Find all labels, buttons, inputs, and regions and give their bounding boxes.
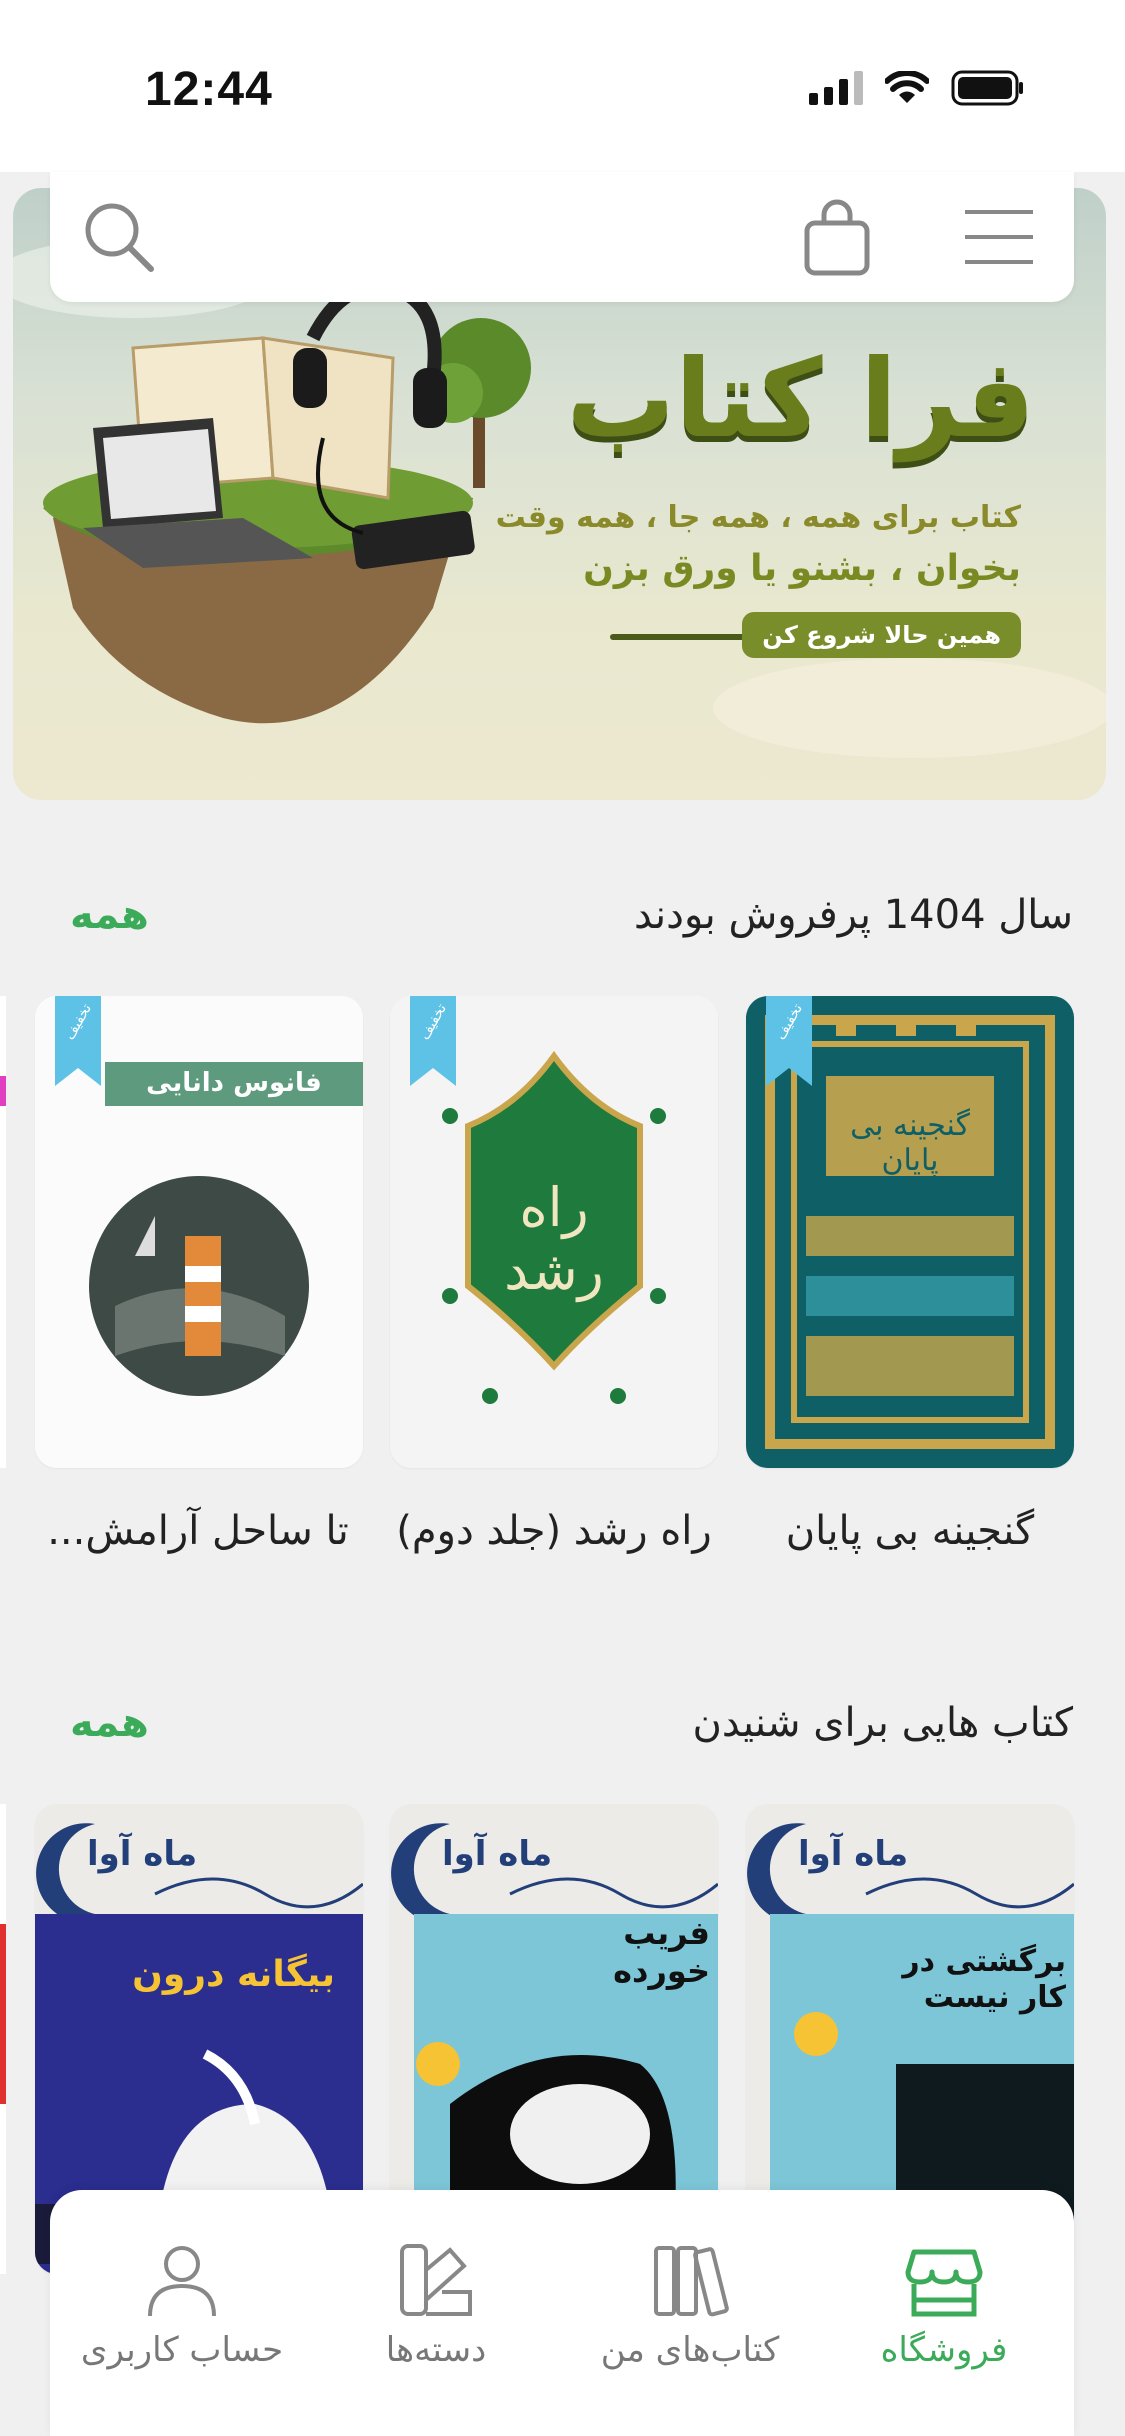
nav-store-label: فروشگاه [880,2330,1008,2370]
book-card-partial [0,996,6,1468]
banner-title: فرا کتاب [566,337,1036,462]
nav-my-books-label: کتاب‌های من [600,2330,780,2370]
status-icons [809,70,1025,106]
publisher-logo: ماه آوا [87,1834,198,1874]
cart-button[interactable] [782,172,892,302]
wifi-icon [885,71,929,103]
nav-account-label: حساب کاربری [80,2330,284,2370]
categories-icon [400,2244,472,2316]
book-card[interactable]: راه رشد تخفیف [390,996,718,1468]
book-card[interactable]: گنجینه بی پایان تخفیف [746,996,1074,1468]
status-bar: 12:44 [0,0,1125,172]
menu-button[interactable] [944,172,1054,302]
search-icon [85,203,154,272]
nav-categories[interactable]: دسته‌ها [316,2190,556,2390]
publisher-logo: ماه آوا [442,1834,553,1874]
nav-account[interactable]: حساب کاربری [62,2190,302,2390]
audiobooks-title: کتاب هایی برای شنیدن [692,1700,1073,1746]
bestsellers-title: سال 1404 پرفروش بودند [634,892,1073,938]
discount-label: تخفیف [772,1001,806,1043]
top-toolbar [50,172,1074,302]
nav-my-books[interactable]: کتاب‌های من [570,2190,810,2390]
audiobook-cover-title: برگشتی در کار نیست [902,1944,1066,2015]
books-icon [654,2246,729,2317]
publisher-logo: ماه آوا [798,1834,909,1874]
shopping-bag-icon [804,199,870,276]
audiobooks-see-all-link[interactable]: همه [70,1700,149,1746]
book-title[interactable]: راه رشد (جلد دوم) [384,1508,724,1554]
book-card[interactable]: فانوس دانایی تخفیف [35,996,363,1468]
user-icon [148,2246,216,2317]
audiobook-cover-title: بیگانه درون [132,1954,335,1995]
book-title[interactable]: گنجینه بی پایان [740,1508,1080,1554]
search-button[interactable] [64,172,174,302]
audiobook-card-partial [0,1804,6,2274]
battery-icon [951,70,1023,106]
banner-tagline: کتاب برای همه ، همه جا ، همه وقت [495,500,1021,535]
book-cover-title: فانوس دانایی [146,1068,322,1098]
status-time: 12:44 [145,63,273,116]
bestsellers-see-all-link[interactable]: همه [70,892,149,938]
banner-start-button[interactable]: همین حالا شروع کن [742,612,1021,658]
nav-store[interactable]: فروشگاه [824,2190,1064,2390]
audiobook-cover-title: فریب خورده [613,1914,710,1990]
discount-label: تخفیف [61,1001,95,1043]
nav-categories-label: دسته‌ها [385,2330,487,2370]
book-title[interactable]: تا ساحل آرامش... [28,1508,368,1554]
banner-subtagline: بخوان ، بشنو یا ورق بزن [583,548,1021,589]
store-icon [905,2249,983,2317]
cellular-signal-icon [809,71,863,105]
bottom-navigation: فروشگاه کتاب‌های من دسته‌ها حساب کاربری [50,2190,1074,2436]
book-cover-title: راه رشد [504,1176,604,1302]
book-cover-title: گنجینه بی پایان [850,1108,970,1178]
discount-label: تخفیف [416,1001,450,1043]
hamburger-menu-icon [965,210,1033,264]
